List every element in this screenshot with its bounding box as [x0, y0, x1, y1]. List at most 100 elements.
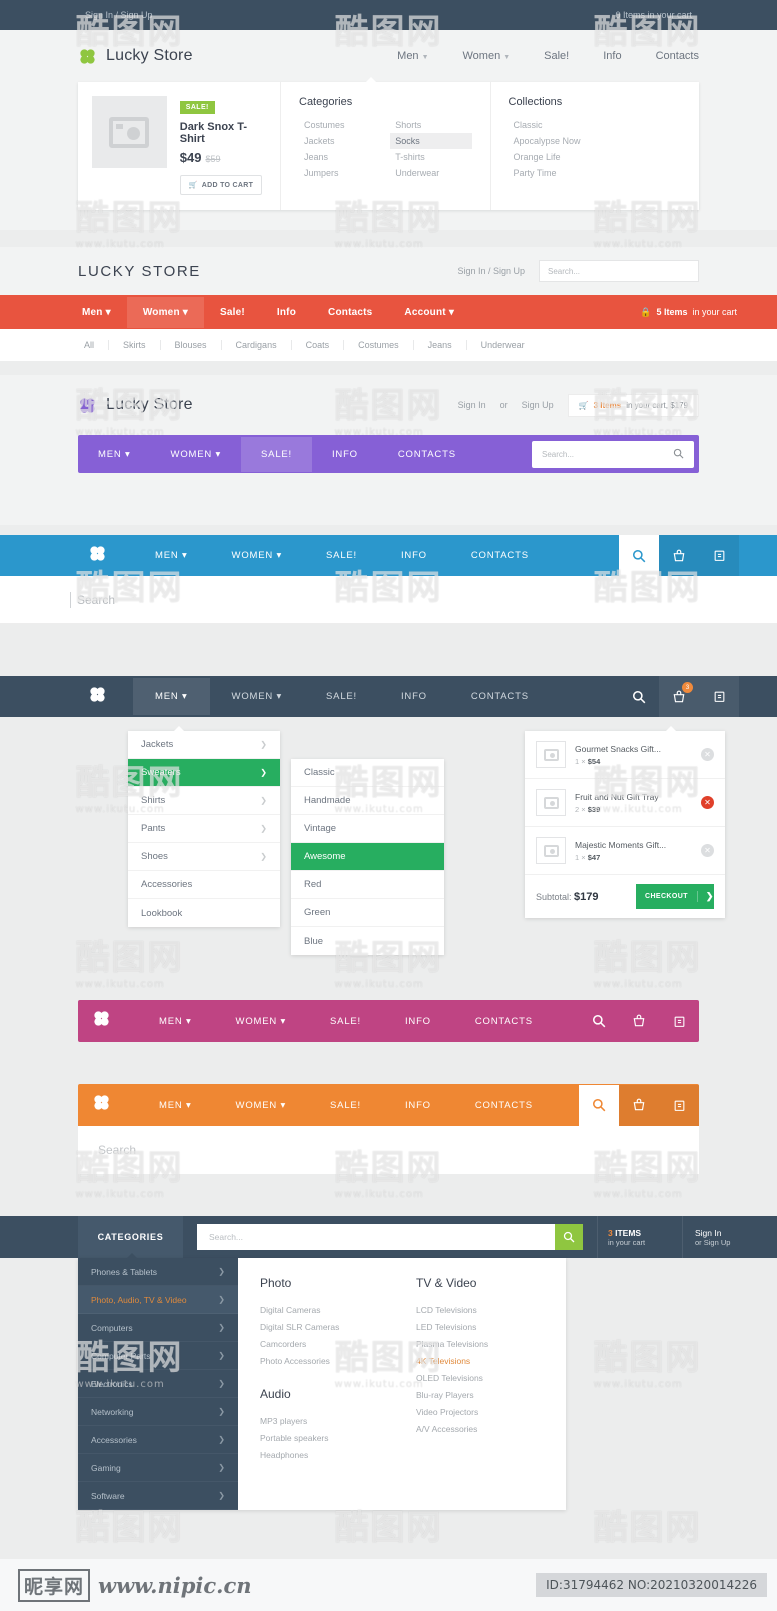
- cart-button[interactable]: [659, 535, 699, 576]
- subnav-item[interactable]: Cardigans: [222, 340, 292, 350]
- list-item[interactable]: Classic: [509, 117, 682, 133]
- auth-links[interactable]: Sign In / Sign Up: [457, 266, 525, 276]
- cart-item-row[interactable]: Majestic Moments Gift... 1 × $47 ✕: [525, 827, 725, 875]
- sign-in-link[interactable]: Sign In: [695, 1228, 777, 1238]
- search-input-expanded[interactable]: Search: [0, 576, 777, 624]
- subnav-item[interactable]: Jeans: [414, 340, 467, 350]
- search-toggle-button[interactable]: [619, 535, 659, 576]
- search-icon[interactable]: [673, 448, 684, 461]
- list-item[interactable]: Portable speakers: [260, 1429, 388, 1446]
- nav-item-men[interactable]: Men ▼: [397, 50, 428, 62]
- add-to-cart-button[interactable]: 🛒 ADD TO CART: [179, 175, 263, 195]
- nav-item-info[interactable]: Info: [603, 50, 621, 62]
- nav-item-info[interactable]: INFO: [379, 537, 449, 574]
- remove-item-button[interactable]: ✕: [701, 748, 714, 761]
- list-item[interactable]: MP3 players: [260, 1412, 388, 1429]
- nav-item-women[interactable]: Women ▼: [463, 50, 511, 62]
- sidebar-item-phones-tablets[interactable]: Phones & Tablets ❯: [78, 1258, 238, 1286]
- subnav-item[interactable]: Skirts: [109, 340, 161, 350]
- cart-button[interactable]: [619, 1084, 659, 1126]
- list-item[interactable]: Apocalypse Now: [509, 133, 682, 149]
- sidebar-item-software[interactable]: Software ❯: [78, 1482, 238, 1510]
- list-item[interactable]: Jumpers: [299, 165, 380, 181]
- nav-item-sale[interactable]: SALE!: [308, 1003, 383, 1040]
- nav-item-sale[interactable]: SALE!: [308, 1087, 383, 1124]
- categories-button[interactable]: CATEGORIES: [78, 1216, 183, 1258]
- nav-item-sale-active[interactable]: SALE!: [241, 436, 312, 472]
- promo-product[interactable]: SALE! Dark Snox T-Shirt $49 $59 🛒 ADD TO …: [78, 82, 281, 210]
- menu-item-green[interactable]: Green: [291, 899, 444, 927]
- clover-icon[interactable]: [78, 1009, 137, 1033]
- menu-item-vintage[interactable]: Vintage: [291, 815, 444, 843]
- list-item[interactable]: Party Time: [509, 165, 682, 181]
- cart-button[interactable]: [619, 1001, 659, 1042]
- search-input[interactable]: Search...: [197, 1232, 555, 1242]
- search-input[interactable]: Search...: [532, 440, 694, 468]
- list-item[interactable]: LED Televisions: [416, 1318, 544, 1335]
- subnav-item[interactable]: Underwear: [467, 340, 539, 350]
- wishlist-button[interactable]: [659, 1084, 699, 1126]
- nav-item-women[interactable]: WOMEN ▾: [214, 1087, 309, 1124]
- sign-up-link[interactable]: or Sign Up: [695, 1238, 777, 1247]
- list-item-socks-highlighted[interactable]: Socks: [390, 133, 472, 149]
- nav-item-sale[interactable]: Sale!: [204, 297, 261, 328]
- nav-item-contacts[interactable]: Contacts: [656, 50, 699, 62]
- list-item[interactable]: Orange Life: [509, 149, 682, 165]
- menu-item-jackets[interactable]: Jackets ❯: [128, 731, 280, 759]
- list-item[interactable]: Jeans: [299, 149, 380, 165]
- nav-item-account[interactable]: Account ▾: [388, 297, 470, 328]
- menu-item-shoes[interactable]: Shoes ❯: [128, 843, 280, 871]
- nav-item-women[interactable]: WOMEN ▾: [214, 1003, 309, 1040]
- subnav-item[interactable]: All: [70, 340, 110, 350]
- search-button[interactable]: [579, 1001, 619, 1042]
- subnav-item[interactable]: Blouses: [161, 340, 222, 350]
- cart-item-row[interactable]: Fruit and Nut Gift Tray 2 × $39 ✕: [525, 779, 725, 827]
- list-item[interactable]: Plasma Televisions: [416, 1335, 544, 1352]
- list-item[interactable]: T-shirts: [390, 149, 471, 165]
- nav-item-info[interactable]: INFO: [383, 1087, 453, 1124]
- menu-item-handmade[interactable]: Handmade: [291, 787, 444, 815]
- nav-item-men-active[interactable]: MEN ▾: [133, 678, 210, 715]
- list-item[interactable]: Shorts: [390, 117, 471, 133]
- menu-item-classic[interactable]: Classic: [291, 759, 444, 787]
- menu-item-sweaters-active[interactable]: Sweaters ❯: [128, 759, 280, 787]
- list-item[interactable]: Headphones: [260, 1446, 388, 1463]
- nav-item-women-active[interactable]: Women ▾: [126, 296, 204, 328]
- nav-item-men[interactable]: MEN ▾: [137, 1003, 214, 1040]
- subnav-item[interactable]: Coats: [292, 340, 345, 350]
- sidebar-item-accessories[interactable]: Accessories ❯: [78, 1426, 238, 1454]
- list-item[interactable]: Video Projectors: [416, 1403, 544, 1420]
- list-item[interactable]: A/V Accessories: [416, 1420, 544, 1437]
- nav-item-women[interactable]: WOMEN ▾: [210, 678, 305, 715]
- list-item-4k-televisions-highlighted[interactable]: 4K Televisions: [416, 1352, 544, 1369]
- brand-logo-lucky-store[interactable]: Lucky Store: [78, 396, 193, 415]
- menu-item-awesome-active[interactable]: Awesome: [291, 843, 444, 871]
- wishlist-button[interactable]: [659, 1001, 699, 1042]
- cart-button[interactable]: 3: [659, 676, 699, 717]
- nav-item-contacts[interactable]: CONTACTS: [449, 537, 551, 574]
- sidebar-item-computer-parts[interactable]: Computer Parts ❯: [78, 1342, 238, 1370]
- nav-item-info[interactable]: INFO: [379, 678, 449, 715]
- auth-block[interactable]: Sign In or Sign Up: [682, 1216, 777, 1258]
- remove-item-button-active[interactable]: ✕: [701, 796, 714, 809]
- nav-item-contacts[interactable]: CONTACTS: [453, 1087, 555, 1124]
- nav-item-men[interactable]: MEN ▾: [78, 437, 151, 472]
- clover-icon[interactable]: [78, 1093, 137, 1117]
- menu-item-shirts[interactable]: Shirts ❯: [128, 787, 280, 815]
- clover-icon[interactable]: [0, 685, 133, 709]
- nav-item-women[interactable]: WOMEN ▾: [151, 437, 242, 472]
- search-toggle-button[interactable]: [579, 1084, 619, 1126]
- search-input-expanded[interactable]: Search: [78, 1126, 699, 1174]
- nav-item-info[interactable]: Info: [261, 297, 312, 328]
- brand-logo-lucky-store[interactable]: Lucky Store: [78, 47, 193, 66]
- top-cart-link[interactable]: 0 Items in your cart: [615, 10, 692, 20]
- checkout-button[interactable]: CHECKOUT ❯: [636, 884, 714, 909]
- list-item[interactable]: LCD Televisions: [416, 1301, 544, 1318]
- wishlist-button[interactable]: [699, 535, 739, 576]
- sidebar-item-electronics[interactable]: Electronics ❯: [78, 1370, 238, 1398]
- menu-item-blue[interactable]: Blue: [291, 927, 444, 955]
- search-input[interactable]: Search...: [539, 260, 699, 282]
- clover-icon[interactable]: [0, 544, 133, 568]
- nav-item-contacts[interactable]: CONTACTS: [378, 437, 476, 472]
- sign-up-link[interactable]: Sign Up: [522, 400, 554, 410]
